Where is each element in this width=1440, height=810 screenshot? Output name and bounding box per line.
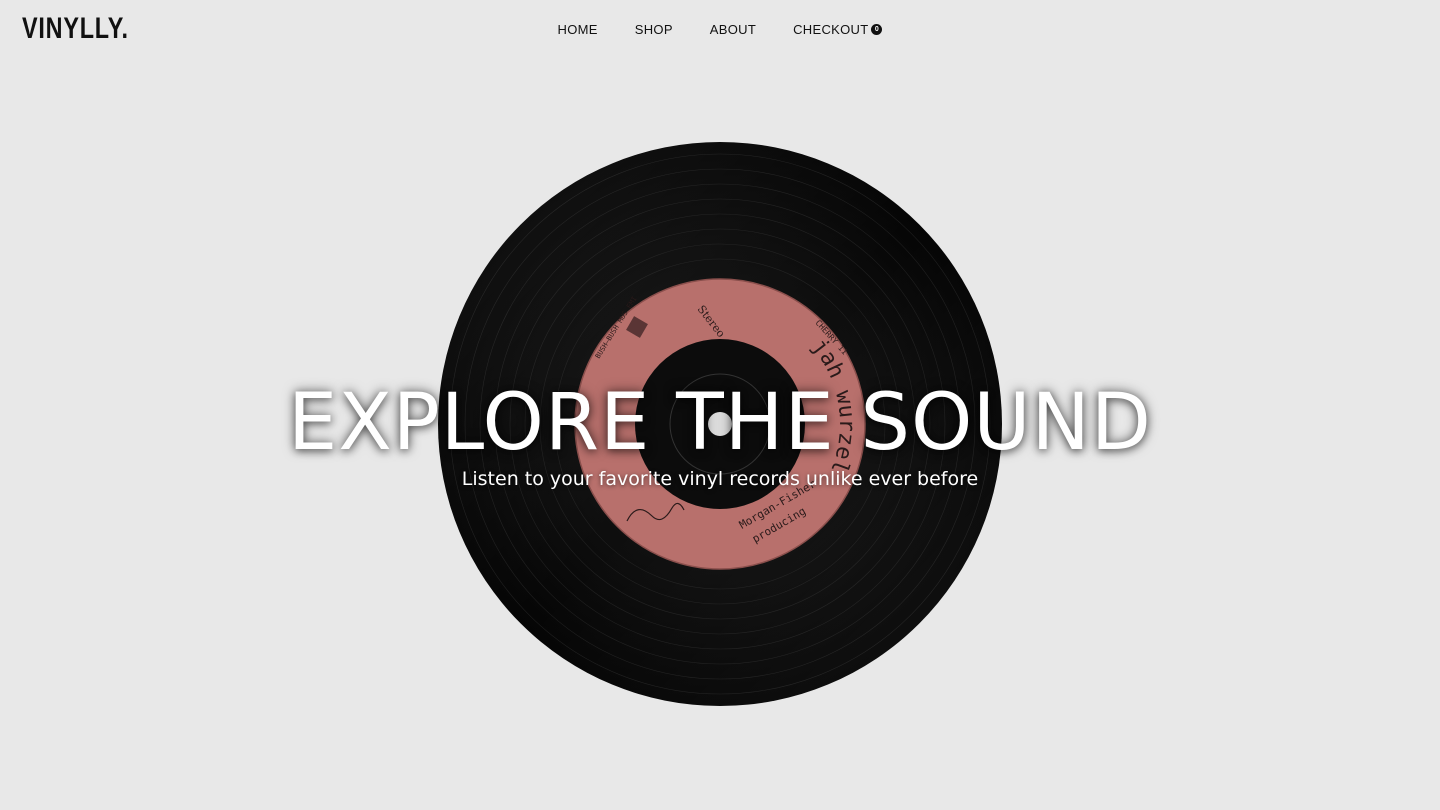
page: VINYLLY. HOME SHOP ABOUT CHECKOUT 0 jah … [0, 0, 1440, 810]
cart-count-badge: 0 [871, 24, 883, 35]
nav-checkout-label: CHECKOUT [793, 22, 869, 37]
hero-title: EXPLORE THE SOUND [288, 378, 1152, 468]
nav-home-link[interactable]: HOME [558, 22, 598, 37]
nav-about-link[interactable]: ABOUT [710, 22, 756, 37]
hero-subtitle: Listen to your favorite vinyl records un… [461, 468, 979, 490]
nav-checkout-link[interactable]: CHECKOUT 0 [793, 22, 883, 37]
nav-shop-link[interactable]: SHOP [635, 22, 673, 37]
main-nav: HOME SHOP ABOUT CHECKOUT 0 [0, 22, 1440, 37]
